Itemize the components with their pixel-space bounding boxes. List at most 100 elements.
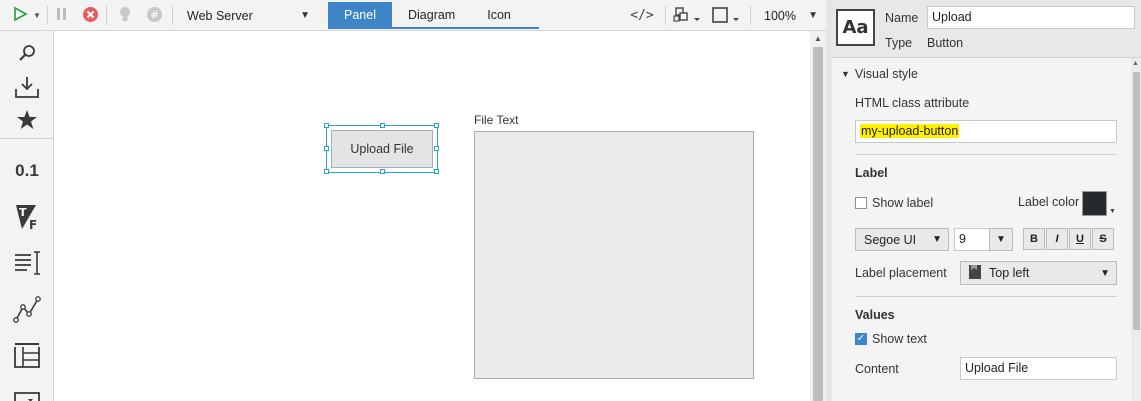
resize-handle[interactable] — [324, 169, 329, 174]
search-icon[interactable] — [8, 37, 46, 69]
pause-button[interactable] — [54, 6, 70, 25]
arrange-button[interactable] — [672, 6, 702, 26]
border-style-button[interactable] — [710, 6, 742, 26]
resize-handle[interactable] — [324, 123, 329, 128]
chevron-down-icon: ▼ — [932, 234, 942, 245]
server-select[interactable]: Web Server ▼ — [181, 4, 318, 27]
table-icon[interactable] — [8, 339, 46, 371]
combo-box-icon[interactable] — [8, 381, 46, 401]
top-toolbar: ▼ # Web Server ▼ Panel Diagram Icon </> — [0, 0, 826, 31]
html-class-input[interactable]: my-upload-button — [855, 120, 1117, 143]
collapse-triangle-icon: ▼ — [841, 69, 850, 79]
pause-icon — [56, 7, 68, 24]
resize-handle[interactable] — [324, 146, 329, 151]
toolbar-divider — [106, 6, 107, 25]
placement-top-left-icon — [969, 264, 981, 282]
type-value: Button — [927, 36, 964, 50]
section-divider — [855, 154, 1117, 155]
chevron-down-icon: ▼ — [808, 10, 818, 21]
toolbar-divider — [172, 6, 173, 25]
hash-button[interactable]: # — [145, 6, 163, 25]
selection-frame[interactable]: Upload File — [324, 123, 439, 174]
label-placement-select[interactable]: Top left ▼ — [960, 261, 1117, 285]
visual-style-title: Visual style — [854, 67, 918, 81]
server-select-value: Web Server — [187, 8, 253, 23]
zoom-select[interactable]: 100% ▼ — [758, 4, 822, 27]
arrange-icon — [673, 6, 701, 27]
properties-body: ▼ Visual style HTML class attribute my-u… — [832, 58, 1131, 401]
stop-icon — [82, 6, 99, 26]
line-chart-icon[interactable] — [8, 293, 46, 325]
tab-panel[interactable]: Panel — [328, 2, 392, 27]
chevron-down-icon[interactable]: ▼ — [1109, 208, 1116, 215]
font-family-select[interactable]: Segoe UI ▼ — [855, 228, 949, 251]
properties-scrollbar[interactable]: ▲ — [1131, 58, 1141, 401]
play-icon — [12, 6, 28, 25]
text-style-icon: Aa — [836, 9, 875, 46]
show-label-text: Show label — [872, 196, 934, 210]
resize-handle[interactable] — [380, 123, 385, 128]
numeric-display-icon[interactable]: 0.1 — [8, 155, 46, 187]
view-tabs: Panel Diagram Icon — [328, 2, 539, 29]
favorite-star-icon[interactable] — [8, 104, 46, 136]
canvas-scrollbar[interactable]: ▲ — [810, 31, 826, 401]
palette-divider — [0, 138, 54, 139]
properties-header: Aa Name Upload Type Button — [832, 0, 1141, 58]
label-placement-label: Label placement — [855, 266, 947, 280]
scroll-up-icon[interactable]: ▲ — [814, 34, 822, 43]
code-view-button[interactable]: </> — [626, 6, 658, 25]
text-format-icon[interactable]: TF — [8, 201, 46, 233]
name-label: Name — [885, 11, 919, 25]
run-dropdown-icon[interactable]: ▼ — [33, 11, 41, 20]
chevron-down-icon: ▼ — [300, 10, 310, 21]
section-divider — [855, 296, 1117, 297]
tab-icon[interactable]: Icon — [471, 2, 539, 27]
font-family-value: Segoe UI — [864, 232, 917, 247]
file-text-area[interactable] — [474, 131, 754, 379]
scrollbar-thumb[interactable] — [813, 47, 823, 401]
scroll-up-icon[interactable]: ▲ — [1132, 60, 1139, 67]
square-outline-icon — [711, 6, 741, 27]
content-label: Content — [855, 362, 899, 376]
visual-style-section[interactable]: ▼ Visual style — [841, 67, 918, 81]
tab-diagram[interactable]: Diagram — [392, 2, 471, 27]
scrollbar-thumb[interactable] — [1133, 72, 1140, 330]
chevron-down-icon: ▼ — [1100, 267, 1110, 279]
stop-button[interactable] — [81, 6, 100, 25]
label-color-label: Label color — [1018, 195, 1080, 209]
import-icon[interactable] — [8, 71, 46, 103]
resize-handle[interactable] — [434, 123, 439, 128]
values-section-title: Values — [855, 308, 895, 322]
component-palette: 0.1 TF — [0, 31, 54, 401]
lightbulb-icon — [118, 6, 132, 26]
font-size-dropdown[interactable]: ▼ — [989, 228, 1013, 251]
chevron-down-icon: ▼ — [996, 234, 1006, 245]
resize-handle[interactable] — [434, 169, 439, 174]
resize-handle[interactable] — [380, 169, 385, 174]
run-button[interactable] — [8, 5, 32, 26]
italic-button[interactable]: I — [1046, 228, 1068, 250]
name-input[interactable]: Upload — [927, 6, 1135, 29]
text-list-icon[interactable] — [8, 247, 46, 279]
label-placement-value: Top left — [989, 266, 1030, 280]
content-input[interactable]: Upload File — [960, 357, 1117, 380]
label-section-title: Label — [855, 166, 888, 180]
properties-panel: Aa Name Upload Type Button ▼ Visual styl… — [832, 0, 1141, 401]
strikethrough-button[interactable]: S — [1092, 228, 1114, 250]
resize-handle[interactable] — [434, 146, 439, 151]
type-label: Type — [885, 36, 913, 50]
show-label-checkbox[interactable] — [855, 197, 867, 209]
toolbar-divider — [47, 6, 48, 25]
upload-file-button[interactable]: Upload File — [331, 130, 433, 168]
font-size-input[interactable]: 9 — [954, 228, 990, 251]
toolbar-divider — [665, 6, 666, 25]
design-canvas[interactable]: Upload File File Text — [54, 31, 810, 401]
show-text-checkbox[interactable]: ✓ — [855, 333, 867, 345]
bold-button[interactable]: B — [1023, 228, 1045, 250]
label-color-swatch[interactable] — [1082, 191, 1107, 216]
svg-text:F: F — [29, 218, 37, 231]
zoom-value: 100% — [764, 8, 796, 23]
show-text-text: Show text — [872, 332, 927, 346]
hint-button[interactable] — [116, 6, 134, 25]
underline-button[interactable]: U — [1069, 228, 1091, 250]
